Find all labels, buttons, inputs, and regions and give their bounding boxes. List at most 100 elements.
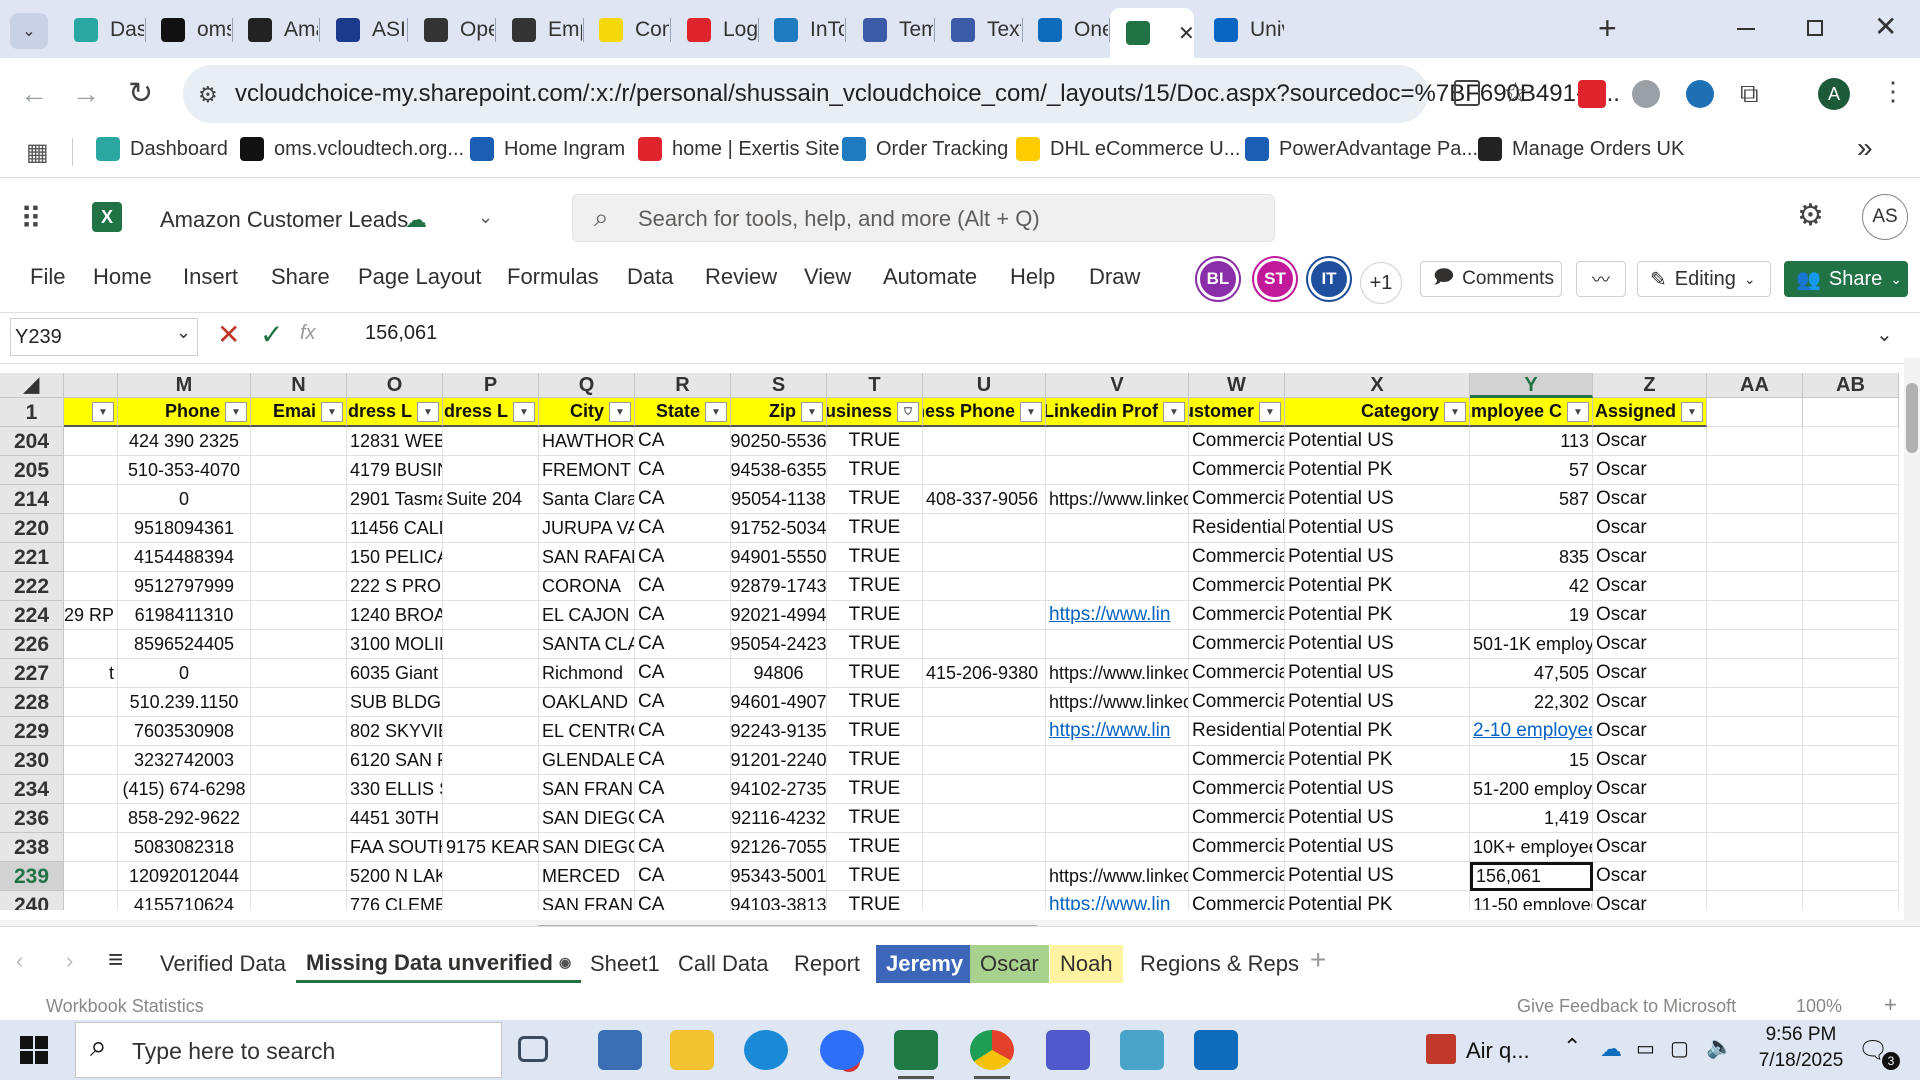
cell-aa[interactable]: [1707, 717, 1803, 746]
cell-v[interactable]: https://www.linkedin: [1046, 688, 1189, 717]
filter-dropdown-icon[interactable]: ▼: [705, 402, 727, 422]
browser-tab[interactable]: ASI P: [320, 9, 406, 51]
extension-icon[interactable]: [1686, 80, 1714, 108]
row-header[interactable]: 228: [0, 688, 64, 717]
cell-ab[interactable]: [1803, 543, 1899, 572]
apps-grid-icon[interactable]: ▦: [26, 138, 49, 167]
cell-z[interactable]: Oscar: [1593, 630, 1707, 659]
excel-app-icon[interactable]: [894, 1030, 938, 1070]
cell-m[interactable]: 858-292-9622: [118, 804, 251, 833]
cell-w[interactable]: Commercial: [1189, 775, 1285, 804]
cell-r[interactable]: CA: [635, 862, 731, 891]
cell-v[interactable]: https://www.lin: [1046, 717, 1189, 746]
cell-p[interactable]: [443, 891, 539, 910]
cell-o[interactable]: 802 SKYVIEW AVE: [347, 717, 443, 746]
cell-t[interactable]: TRUE: [827, 427, 923, 456]
cell-z[interactable]: Oscar: [1593, 833, 1707, 862]
row-header[interactable]: 205: [0, 456, 64, 485]
cell-l[interactable]: [64, 514, 118, 543]
ribbon-tab-insert[interactable]: Insert: [183, 264, 238, 290]
browser-tab[interactable]: OneI: [1022, 9, 1108, 51]
forward-button[interactable]: →: [72, 78, 100, 110]
row-header[interactable]: 238: [0, 833, 64, 862]
cell-p[interactable]: [443, 862, 539, 891]
cell-x[interactable]: Potential PK: [1285, 601, 1470, 630]
profile-avatar[interactable]: A: [1818, 78, 1850, 110]
cell-w[interactable]: Commercial: [1189, 891, 1285, 910]
bookmark-item[interactable]: Dashboard: [96, 137, 228, 161]
expand-formula-bar-icon[interactable]: ⌄: [1876, 322, 1893, 347]
cell-u[interactable]: [923, 601, 1046, 630]
filter-header-cell[interactable]: State ▼: [635, 398, 731, 427]
cell-o[interactable]: 150 PELICAN WAY: [347, 543, 443, 572]
sheet-tab-oscar[interactable]: Oscar: [970, 945, 1049, 983]
column-header-aa[interactable]: AA: [1707, 373, 1803, 398]
cell-y[interactable]: 113: [1470, 427, 1593, 456]
reload-button[interactable]: ↻: [128, 76, 153, 111]
cell-u[interactable]: [923, 630, 1046, 659]
cell-n[interactable]: [251, 775, 347, 804]
cell-m[interactable]: 6198411310: [118, 601, 251, 630]
cell-o[interactable]: 330 ELLIS ST: [347, 775, 443, 804]
weather-text[interactable]: Air q...: [1466, 1038, 1530, 1064]
cell-s[interactable]: 92116-4232: [731, 804, 827, 833]
filter-header-cell[interactable]: Emai ▼: [251, 398, 347, 427]
settings-gear-icon[interactable]: ⚙: [1797, 198, 1824, 233]
task-view-icon[interactable]: [518, 1036, 548, 1062]
document-title[interactable]: Amazon Customer Leads: [160, 207, 408, 233]
filter-header-cell[interactable]: ustomer ▼: [1189, 398, 1285, 427]
filter-header-cell[interactable]: City ▼: [539, 398, 635, 427]
row-header[interactable]: 230: [0, 746, 64, 775]
cell-m[interactable]: 5083082318: [118, 833, 251, 862]
next-sheet-icon[interactable]: ›: [66, 948, 73, 974]
cell-l[interactable]: [64, 543, 118, 572]
cell-l[interactable]: [64, 688, 118, 717]
cell-n[interactable]: [251, 456, 347, 485]
cell-y[interactable]: 42: [1470, 572, 1593, 601]
cell-q[interactable]: OAKLAND: [539, 688, 635, 717]
bookmark-item[interactable]: home | Exertis Site: [638, 137, 839, 161]
row-header[interactable]: 221: [0, 543, 64, 572]
column-header-o[interactable]: O: [347, 373, 443, 398]
row-header[interactable]: 239: [0, 862, 64, 891]
column-header-q[interactable]: Q: [539, 373, 635, 398]
cell-n[interactable]: [251, 572, 347, 601]
cell-w[interactable]: Residential: [1189, 717, 1285, 746]
cell-p[interactable]: [443, 746, 539, 775]
cell-o[interactable]: 4179 BUSINESS CENTER: [347, 456, 443, 485]
browser-tab[interactable]: Textr: [935, 9, 1021, 51]
install-app-icon[interactable]: [1454, 80, 1480, 106]
cell-ab[interactable]: [1803, 833, 1899, 862]
ribbon-tab-draw[interactable]: Draw: [1089, 264, 1140, 290]
cell-o[interactable]: 6120 SAN FERNANDO RD: [347, 746, 443, 775]
cell-r[interactable]: CA: [635, 630, 731, 659]
cell-s[interactable]: 95054-1138: [731, 485, 827, 514]
filter-header-cell[interactable]: Linkedin Prof ▼: [1046, 398, 1189, 427]
cell-z[interactable]: Oscar: [1593, 572, 1707, 601]
cell-m[interactable]: 4155710624: [118, 891, 251, 910]
cell-v[interactable]: https://www.lin: [1046, 601, 1189, 630]
cell-o[interactable]: 5200 N LAKE RD: [347, 862, 443, 891]
cancel-edit-icon[interactable]: ✕: [217, 318, 240, 351]
cell-w[interactable]: Commercial: [1189, 688, 1285, 717]
sheet-tab-sheet1[interactable]: Sheet1: [580, 945, 670, 983]
zoom-in-icon[interactable]: +: [1884, 992, 1897, 1018]
cell-u[interactable]: [923, 427, 1046, 456]
cell-u[interactable]: 408-337-9056: [923, 485, 1046, 514]
cell-m[interactable]: 510-353-4070: [118, 456, 251, 485]
cell-n[interactable]: [251, 688, 347, 717]
ribbon-tab-automate[interactable]: Automate: [883, 264, 977, 290]
cell-s[interactable]: 95054-2423: [731, 630, 827, 659]
cell-z[interactable]: Oscar: [1593, 427, 1707, 456]
filter-dropdown-icon[interactable]: ▼: [417, 402, 439, 422]
close-window-button[interactable]: ✕: [1874, 10, 1897, 43]
ribbon-tab-home[interactable]: Home: [93, 264, 152, 290]
cell-y[interactable]: 835: [1470, 543, 1593, 572]
row-header[interactable]: 224: [0, 601, 64, 630]
cell-r[interactable]: CA: [635, 717, 731, 746]
cell-t[interactable]: TRUE: [827, 601, 923, 630]
cell-aa[interactable]: [1707, 775, 1803, 804]
row-header[interactable]: 240: [0, 891, 64, 910]
cell-q[interactable]: Richmond: [539, 659, 635, 688]
cell-v[interactable]: https://www.linkedin: [1046, 659, 1189, 688]
